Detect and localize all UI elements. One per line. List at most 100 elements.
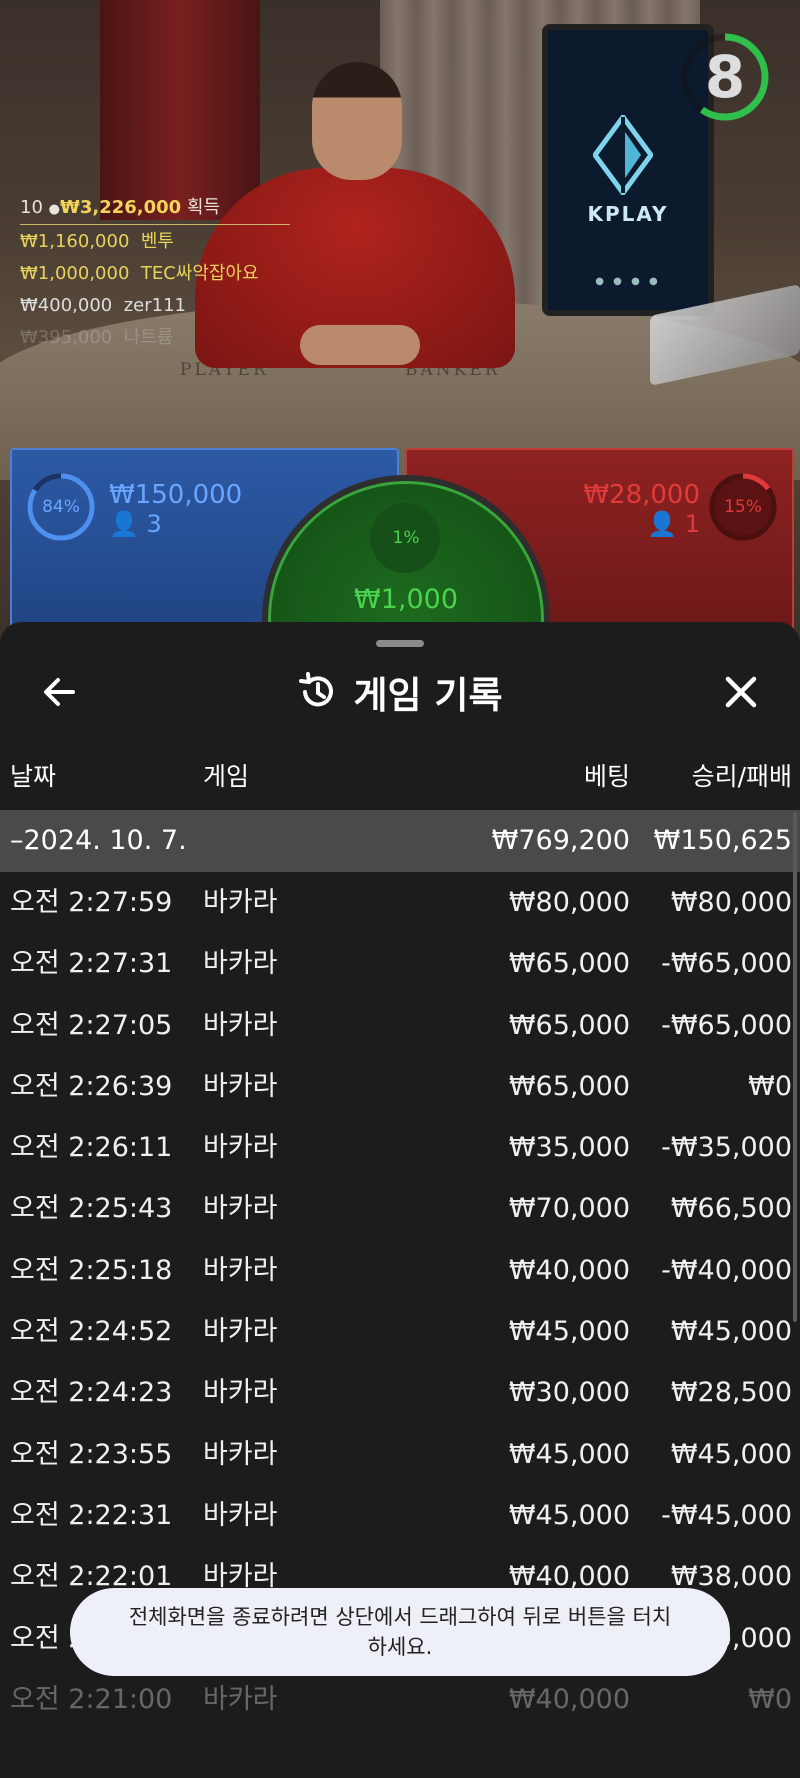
close-button[interactable] (716, 667, 766, 717)
row-time: 오전 2:24:23 (10, 1377, 173, 1409)
row-result: -₩45,000 (661, 1499, 792, 1531)
row-bet: ₩45,000 (508, 1438, 630, 1470)
close-icon (725, 676, 757, 708)
row-time: 오전 2:26:11 (10, 1132, 173, 1164)
winner-amount: ₩1,000,000 (20, 263, 130, 284)
dealer-head (312, 62, 402, 180)
table-row[interactable]: 오전 2:25:43 바카라 ₩70,000 ₩66,500 (0, 1178, 800, 1239)
winner-nick: 나트륨 (123, 327, 174, 348)
table-row[interactable]: 오전 2:26:39 바카라 ₩65,000 ₩0 (0, 1056, 800, 1117)
row-bet: ₩80,000 (508, 887, 630, 918)
row-bet: ₩65,000 (508, 1009, 630, 1041)
table-row[interactable]: 오전 2:27:05 바카라 ₩65,000 -₩65,000 (0, 995, 800, 1056)
person-icon: 👤 (647, 510, 678, 538)
row-time: 오전 2:27:59 (10, 887, 173, 918)
table-row[interactable]: 오전 2:24:23 바카라 ₩30,000 ₩28,500 (0, 1362, 800, 1423)
winner-nick: zer111 (123, 295, 186, 316)
row-game: 바카라 (203, 1009, 278, 1041)
dealer-hands (300, 325, 420, 365)
col-bet: 베팅 (583, 762, 630, 791)
row-time: 오전 2:27:05 (10, 1009, 173, 1041)
banker-percent-ring: 15% (708, 472, 778, 542)
screen-dots: ● ● ● ● (595, 276, 661, 287)
group-date: –2024. 10. 7. (10, 825, 187, 856)
player-bet-amount: ₩150,000 (109, 480, 243, 510)
winners-summary: 10 ●₩3,226,000 획득 (20, 192, 259, 226)
row-game: 바카라 (203, 887, 278, 918)
row-bet: ₩70,000 (508, 1193, 630, 1225)
row-bet: ₩45,000 (508, 1499, 630, 1531)
sheet-drag-handle[interactable] (376, 640, 424, 647)
row-game: 바카라 (203, 1316, 278, 1348)
col-date: 날짜 (10, 762, 57, 791)
row-game: 바카라 (203, 1070, 278, 1102)
table-row[interactable]: 오전 2:23:55 바카라 ₩45,000 ₩45,000 (0, 1424, 800, 1485)
row-bet: ₩35,000 (508, 1132, 630, 1164)
fullscreen-toast: 전체화면을 종료하려면 상단에서 드래그하여 뒤로 버튼을 터치하세요. (70, 1588, 730, 1676)
row-bet: ₩40,000 (508, 1683, 630, 1715)
row-time: 오전 2:26:39 (10, 1070, 173, 1102)
curtain (100, 0, 260, 220)
col-game: 게임 (203, 762, 250, 791)
row-time: 오전 2:24:52 (10, 1316, 173, 1348)
row-bet: ₩65,000 (508, 948, 630, 980)
row-game: 바카라 (203, 1132, 278, 1164)
row-result: -₩65,000 (661, 948, 792, 980)
winner-item: ₩1,160,000 벤투 (20, 226, 259, 258)
winners-suffix: 획득 (186, 197, 221, 218)
row-game: 바카라 (203, 1377, 278, 1409)
col-result: 승리/패배 (691, 762, 792, 791)
winner-amount: ₩1,160,000 (20, 231, 130, 252)
toast-message: 전체화면을 종료하려면 상단에서 드래그하여 뒤로 버튼을 터치하세요. (128, 1605, 672, 1659)
scrollbar[interactable] (793, 812, 797, 1322)
group-bet-total: ₩769,200 (491, 825, 630, 856)
row-result: ₩66,500 (670, 1193, 792, 1225)
row-result: ₩80,000 (670, 887, 792, 918)
person-icon: ● (48, 202, 60, 217)
player-count-value: 3 (146, 510, 162, 538)
row-bet: ₩40,000 (508, 1254, 630, 1286)
player-bet-count: 👤 3 (109, 510, 162, 538)
table-row[interactable]: 오전 2:24:52 바카라 ₩45,000 ₩45,000 (0, 1301, 800, 1362)
kplay-label: KPLAY (587, 202, 669, 226)
row-game: 바카라 (203, 1193, 278, 1225)
table-row[interactable]: 오전 2:22:31 바카라 ₩45,000 -₩45,000 (0, 1485, 800, 1546)
winners-list: 10 ●₩3,226,000 획득 ₩1,160,000 벤투 ₩1,000,0… (20, 192, 259, 354)
row-result: ₩45,000 (670, 1438, 792, 1470)
table-row[interactable]: 오전 2:25:18 바카라 ₩40,000 -₩40,000 (0, 1240, 800, 1301)
winner-nick: 벤투 (140, 231, 174, 252)
row-time: 오전 2:25:18 (10, 1254, 173, 1286)
winners-count: 10 (20, 197, 43, 218)
winner-amount: ₩395,000 (20, 327, 113, 348)
row-result: -₩40,000 (661, 1254, 792, 1286)
table-row[interactable]: 오전 2:21:00 바카라 ₩40,000 ₩0 (0, 1669, 800, 1730)
row-game: 바카라 (203, 1438, 278, 1470)
sheet-title: 게임 기록 (353, 674, 503, 717)
winner-amount: ₩400,000 (20, 295, 113, 316)
person-icon: 👤 (109, 510, 139, 538)
winner-item: ₩400,000 zer111 (20, 290, 259, 322)
table-row[interactable]: 오전 2:26:11 바카라 ₩35,000 -₩35,000 (0, 1117, 800, 1178)
row-time: 오전 2:21:00 (10, 1683, 173, 1715)
row-time: 오전 2:23:55 (10, 1438, 173, 1470)
date-group-row[interactable]: –2024. 10. 7. ₩769,200 ₩150,625 (0, 810, 800, 872)
row-game: 바카라 (203, 1254, 278, 1286)
player-percent-ring: 84% (26, 472, 96, 542)
row-bet: ₩30,000 (508, 1377, 630, 1409)
row-time: 오전 2:27:31 (10, 948, 173, 980)
winners-total: ₩3,226,000 (59, 197, 182, 218)
row-game: 바카라 (203, 1499, 278, 1531)
table-row[interactable]: 오전 2:27:31 바카라 ₩65,000 -₩65,000 (0, 933, 800, 994)
row-result: -₩65,000 (661, 1009, 792, 1041)
winner-item: ₩395,000 나트륨 (20, 322, 259, 354)
divider (20, 224, 290, 225)
banker-bet-amount: ₩28,000 (583, 480, 700, 510)
row-time: 오전 2:22:31 (10, 1499, 173, 1531)
countdown-timer: 8 (680, 32, 770, 122)
row-time: 오전 2:25:43 (10, 1193, 173, 1225)
winner-item: ₩1,000,000 TEC싸악잡아요 (20, 258, 259, 290)
sheet-header: 게임 기록 (0, 667, 800, 717)
table-row[interactable]: 오전 2:27:59 바카라 ₩80,000 ₩80,000 (0, 872, 800, 933)
winner-nick: TEC싸악잡아요 (140, 263, 259, 284)
tie-bet-amount: ₩1,000 (354, 584, 458, 615)
